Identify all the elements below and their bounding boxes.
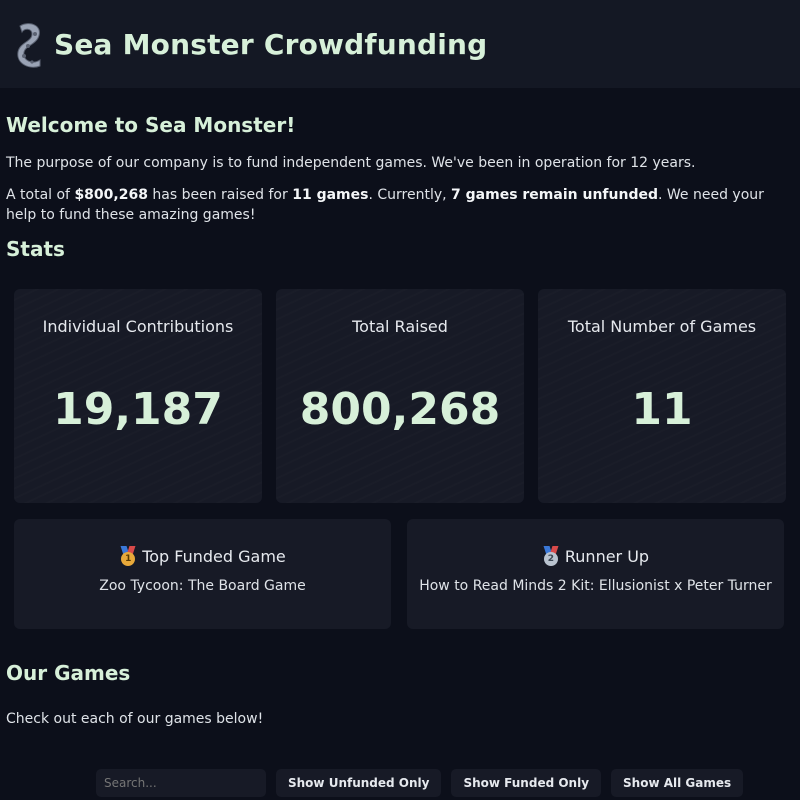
runner-up-title: 2 Runner Up	[542, 546, 649, 566]
stat-value: 11	[631, 384, 693, 435]
top-funded-label: Top Funded Game	[142, 546, 286, 566]
gold-medal-icon: 1	[119, 546, 137, 566]
summary-text: A total of $800,268 has been raised for …	[6, 185, 794, 225]
top-funded-game: Zoo Tycoon: The Board Game	[99, 578, 306, 594]
tentacle-logo-icon	[17, 23, 41, 68]
stat-value: 800,268	[299, 384, 501, 435]
stat-value: 19,187	[53, 384, 223, 435]
stat-card-num-games: Total Number of Games 11	[538, 289, 786, 503]
stat-label: Total Number of Games	[567, 317, 757, 336]
show-all-button[interactable]: Show All Games	[611, 769, 744, 797]
runner-up-game: How to Read Minds 2 Kit: Ellusionist x P…	[419, 578, 772, 594]
game-controls: Show Unfunded Only Show Funded Only Show…	[6, 769, 794, 797]
stat-card-total-raised: Total Raised 800,268	[276, 289, 524, 503]
stat-card-contributions: Individual Contributions 19,187	[14, 289, 262, 503]
stats-heading: Stats	[6, 237, 65, 261]
summary-mid1: has been raised for	[147, 187, 293, 203]
show-funded-button[interactable]: Show Funded Only	[451, 769, 602, 797]
summary-unfunded: 7 games remain unfunded	[451, 187, 658, 203]
stat-label: Individual Contributions	[42, 317, 234, 336]
silver-medal-icon: 2	[542, 546, 560, 566]
summary-mid2: . Currently,	[368, 187, 452, 203]
games-heading: Our Games	[6, 661, 131, 685]
top-funded-card: 1 Top Funded Game Zoo Tycoon: The Board …	[14, 519, 391, 629]
stat-label: Total Raised	[352, 317, 448, 336]
site-header: Sea Monster Crowdfunding	[0, 0, 800, 88]
search-input[interactable]	[96, 769, 266, 797]
summary-amount: $800,268	[74, 187, 148, 203]
summary-prefix: A total of	[6, 187, 75, 203]
runner-up-card: 2 Runner Up How to Read Minds 2 Kit: Ell…	[407, 519, 784, 629]
top-games-row: 1 Top Funded Game Zoo Tycoon: The Board …	[6, 519, 794, 629]
site-title: Sea Monster Crowdfunding	[54, 27, 488, 61]
stats-row: Individual Contributions 19,187 Total Ra…	[6, 289, 794, 503]
intro-text: The purpose of our company is to fund in…	[6, 155, 696, 171]
top-funded-title: 1 Top Funded Game	[119, 546, 286, 566]
games-subtitle: Check out each of our games below!	[6, 711, 264, 727]
show-unfunded-button[interactable]: Show Unfunded Only	[276, 769, 442, 797]
main-content: Welcome to Sea Monster! The purpose of o…	[0, 113, 800, 797]
welcome-heading: Welcome to Sea Monster!	[6, 113, 296, 137]
runner-up-label: Runner Up	[564, 546, 650, 566]
summary-games: 11 games	[292, 187, 369, 203]
